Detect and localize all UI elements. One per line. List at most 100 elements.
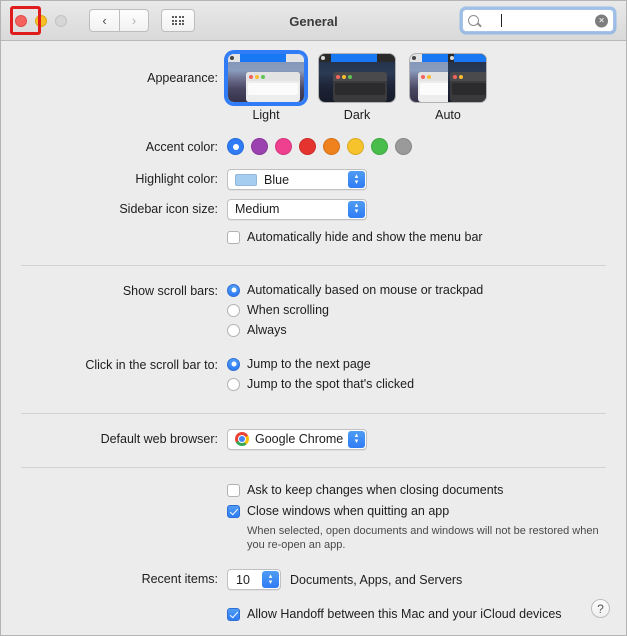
navigation-buttons: ‹ ›: [89, 9, 149, 32]
scrollbar-label-auto: Automatically based on mouse or trackpad: [247, 282, 484, 297]
thumb-minimize-dot: [459, 74, 463, 79]
thumb-window: [246, 72, 300, 102]
recent-items-value: 10: [236, 572, 250, 587]
handoff-checkbox[interactable]: [227, 608, 240, 621]
accent-swatch-green[interactable]: [371, 138, 388, 155]
thumb-window-titlebar: [333, 72, 387, 81]
sidebar-icon-size-label: Sidebar icon size:: [119, 201, 218, 216]
highlight-color-value: Blue: [264, 172, 290, 187]
close-windows-label: Close windows when quitting an app: [247, 504, 450, 518]
appearance-option-light[interactable]: Light: [227, 53, 305, 122]
thumb-close-dot: [453, 74, 457, 79]
appearance-label-auto: Auto: [435, 108, 461, 122]
appearance-label-dark: Dark: [343, 108, 371, 122]
default-browser-popup[interactable]: Google Chrome ▴ ▾: [227, 428, 367, 450]
scrollclick-label-next-page: Jump to the next page: [247, 356, 371, 371]
auto-hide-menubar-option[interactable]: Automatically hide and show the menu bar: [227, 229, 612, 246]
scrollbar-radio-when-scrolling[interactable]: [227, 303, 240, 317]
thumb-zoom-dot: [348, 74, 352, 79]
thumb-window: [450, 72, 486, 102]
zoom-button: [55, 14, 67, 27]
highlight-color-label: Highlight color:: [135, 172, 218, 186]
scrollbar-option-auto[interactable]: Automatically based on mouse or trackpad: [227, 282, 612, 299]
clear-search-icon[interactable]: ×: [595, 14, 608, 27]
chevron-updown-icon: ▴ ▾: [348, 171, 365, 188]
search-input[interactable]: ×: [462, 9, 614, 32]
default-browser-value: Google Chrome: [255, 432, 344, 446]
close-button[interactable]: [15, 14, 27, 27]
dark-theme-thumbnail: [318, 53, 396, 103]
accent-color-label: Accent color:: [145, 140, 218, 154]
close-windows-option[interactable]: Close windows when quitting an app: [227, 503, 612, 520]
accent-swatch-yellow[interactable]: [347, 138, 364, 155]
thumb-close-dot: [336, 74, 340, 79]
thumb-window-body: [420, 83, 448, 95]
accent-color-swatches: [227, 138, 612, 155]
sidebar-icon-size-value: Medium: [235, 202, 280, 216]
scrollbar-radio-always[interactable]: [227, 323, 240, 337]
scrollclick-option-next-page[interactable]: Jump to the next page: [227, 356, 612, 373]
ask-keep-changes-label: Ask to keep changes when closing documen…: [247, 483, 504, 497]
scrollbar-label-when-scrolling: When scrolling: [247, 302, 329, 317]
sidebar-icon-size-popup[interactable]: Medium ▴ ▾: [227, 198, 367, 220]
scroll-bar-click-label: Click in the scroll bar to:: [85, 357, 218, 372]
thumb-window-titlebar: [246, 72, 300, 81]
scrollbar-option-when-scrolling[interactable]: When scrolling: [227, 302, 612, 319]
accent-swatch-graphite[interactable]: [395, 138, 412, 155]
appearance-option-dark[interactable]: Dark: [318, 53, 396, 122]
scrollbar-option-always[interactable]: Always: [227, 322, 612, 339]
scrollclick-radio-spot[interactable]: [227, 377, 240, 391]
thumb-menubar: [319, 54, 395, 62]
back-button[interactable]: ‹: [89, 9, 119, 32]
auto-light-half: [410, 54, 448, 102]
highlight-color-popup[interactable]: Blue ▴ ▾: [227, 169, 367, 190]
appearance-option-auto[interactable]: Auto: [409, 53, 487, 122]
thumb-window-body: [452, 83, 486, 95]
menubar-highlight: [454, 54, 486, 62]
appearance-label-light: Light: [252, 108, 280, 122]
accent-swatch-purple[interactable]: [251, 138, 268, 155]
scrollclick-option-spot[interactable]: Jump to the spot that's clicked: [227, 376, 612, 393]
auto-hide-menubar-label: Automatically hide and show the menu bar: [247, 229, 483, 244]
scrollbar-radio-auto[interactable]: [227, 283, 240, 297]
close-windows-help-text: When selected, open documents and window…: [247, 525, 599, 551]
auto-hide-menubar-checkbox[interactable]: [227, 230, 240, 244]
scrollclick-label-spot: Jump to the spot that's clicked: [247, 376, 415, 391]
ask-keep-changes-checkbox[interactable]: [227, 484, 240, 497]
minimize-button[interactable]: [35, 14, 47, 27]
help-button[interactable]: ?: [591, 599, 610, 618]
recent-items-label: Recent items:: [141, 572, 218, 586]
accent-swatch-red[interactable]: [299, 138, 316, 155]
accent-swatch-blue[interactable]: [227, 138, 244, 155]
ask-keep-changes-option[interactable]: Ask to keep changes when closing documen…: [227, 482, 612, 499]
text-cursor: [501, 14, 502, 27]
scrollclick-radio-next-page[interactable]: [227, 357, 240, 371]
light-theme-thumbnail: [227, 53, 305, 103]
thumb-zoom-dot: [261, 74, 265, 79]
thumb-window-body: [248, 83, 298, 95]
scroll-bar-click-row: Click in the scroll bar to: Jump to the …: [15, 342, 612, 396]
appearance-row: Appearance: Light Dark Auto: [15, 41, 612, 122]
auto-theme-thumbnail: [409, 53, 487, 103]
handoff-option[interactable]: Allow Handoff between this Mac and your …: [227, 606, 612, 623]
recent-items-popup[interactable]: 10 ▴ ▾: [227, 569, 281, 590]
accent-swatch-pink[interactable]: [275, 138, 292, 155]
accent-swatch-orange[interactable]: [323, 138, 340, 155]
thumb-menubar: [448, 54, 486, 62]
traffic-light-group: [15, 14, 67, 27]
recent-items-row: Recent items: 10 ▴ ▾ Documents, Apps, and…: [15, 552, 612, 590]
title-bar: ‹ › General ×: [1, 1, 626, 41]
thumb-window-titlebar: [418, 72, 448, 81]
forward-button[interactable]: ›: [119, 9, 149, 32]
search-icon: [468, 15, 479, 26]
show-all-button[interactable]: [161, 9, 195, 32]
grid-icon: [171, 15, 185, 26]
appearance-label: Appearance:: [147, 71, 218, 85]
system-preferences-window: ‹ › General × Appearance: Light Dark Aut…: [0, 0, 627, 636]
accent-color-row: Accent color:: [15, 122, 612, 156]
menubar-highlight: [240, 54, 286, 62]
documents-row: Ask to keep changes when closing documen…: [15, 468, 612, 552]
search-field-wrapper: ×: [462, 9, 614, 32]
preferences-content: Appearance: Light Dark Auto Accent color…: [1, 41, 626, 635]
close-windows-checkbox[interactable]: [227, 505, 240, 518]
